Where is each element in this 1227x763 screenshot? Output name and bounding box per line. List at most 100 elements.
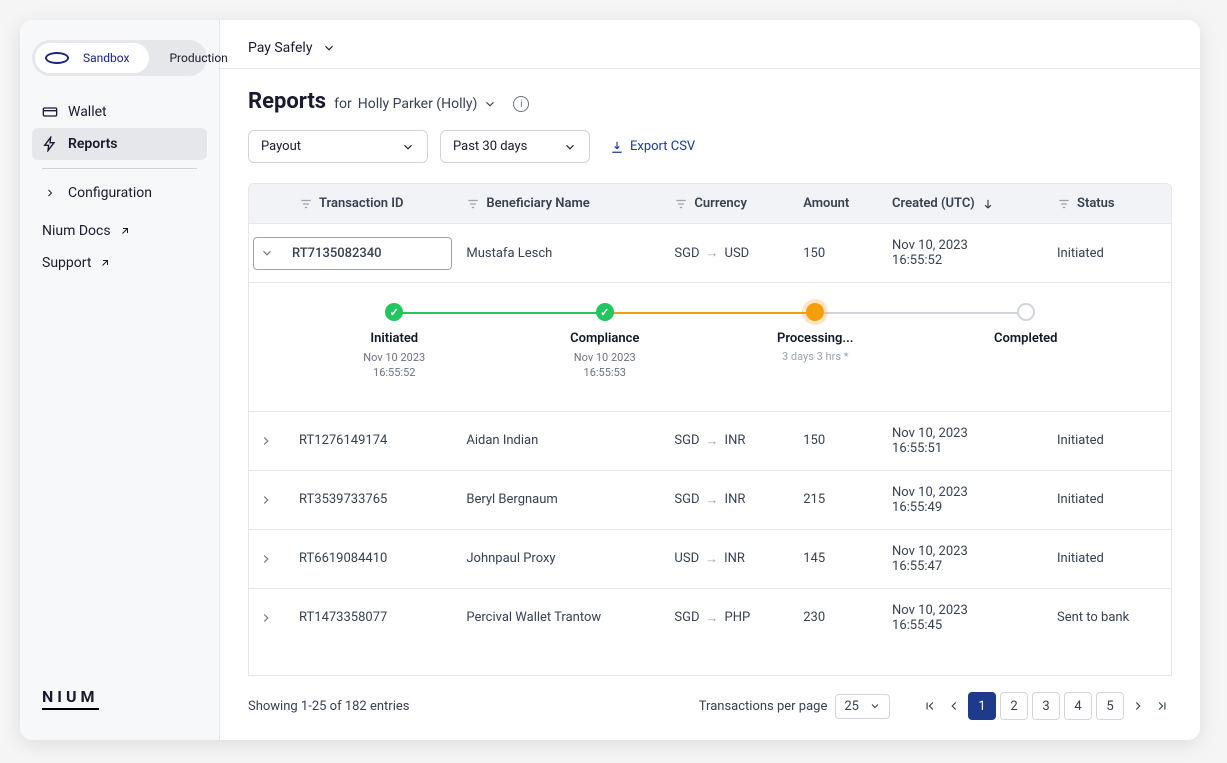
check-icon: [385, 303, 403, 321]
page-button-2[interactable]: 2: [1000, 692, 1028, 720]
created-date: Nov 10, 202316:55:49: [882, 470, 1047, 529]
arrow-right-icon: →: [705, 551, 718, 567]
expand-row-button[interactable]: [249, 470, 289, 529]
table-row[interactable]: RT1473358077 Percival Wallet Trantow SGD…: [249, 588, 1171, 647]
page-button-3[interactable]: 3: [1032, 692, 1060, 720]
created-date: Nov 10, 202316:55:51: [882, 411, 1047, 470]
per-page-label: Transactions per page: [699, 699, 828, 714]
currency-pair: SGD→INR: [674, 433, 783, 449]
divider: [42, 168, 197, 169]
amount: 145: [793, 529, 882, 588]
transaction-id: RT1276149174: [289, 411, 456, 470]
chevron-down-icon[interactable]: [322, 41, 336, 55]
beneficiary-name: Beryl Bergnaum: [456, 470, 664, 529]
table-row[interactable]: RT3539733765 Beryl Bergnaum SGD→INR 215 …: [249, 470, 1171, 529]
column-amount[interactable]: Amount: [793, 184, 882, 224]
arrow-right-icon: →: [706, 245, 719, 261]
select-value: Payout: [261, 139, 301, 154]
created-date: Nov 10, 202316:55:47: [882, 529, 1047, 588]
chevron-down-icon[interactable]: [483, 97, 497, 111]
sidebar-item-wallet[interactable]: Wallet: [32, 96, 207, 128]
page-next[interactable]: [1128, 692, 1148, 720]
transaction-id: RT1473358077: [289, 588, 456, 647]
created-date: Nov 10, 202316:55:45: [882, 588, 1047, 647]
expand-row-button[interactable]: [249, 588, 289, 647]
column-created[interactable]: Created (UTC): [882, 184, 1047, 224]
check-icon: [596, 303, 614, 321]
currency-pair: SGD→USD: [674, 245, 783, 261]
column-beneficiary[interactable]: Beneficiary Name: [456, 184, 664, 224]
beneficiary-name: Percival Wallet Trantow: [456, 588, 664, 647]
sidebar-item-label: Reports: [68, 136, 118, 152]
export-label: Export CSV: [630, 139, 695, 154]
env-sandbox[interactable]: Sandbox: [35, 43, 149, 73]
page-last[interactable]: [1152, 692, 1172, 720]
filter-range-select[interactable]: Past 30 days: [440, 130, 590, 163]
expand-row-button[interactable]: [249, 529, 289, 588]
timeline-step-completed: Completed: [921, 303, 1132, 381]
page-button-5[interactable]: 5: [1096, 692, 1124, 720]
chevron-down-icon: [869, 700, 881, 712]
lightning-icon: [42, 136, 58, 152]
sidebar-item-support[interactable]: Support: [32, 247, 207, 279]
filter-icon: [1057, 197, 1071, 211]
currency-pair: SGD→PHP: [674, 610, 783, 626]
breadcrumb-brand[interactable]: Pay Safely: [248, 40, 312, 56]
table-row[interactable]: RT1276149174 Aidan Indian SGD→INR 150 No…: [249, 411, 1171, 470]
page-button-4[interactable]: 4: [1064, 692, 1092, 720]
filter-type-select[interactable]: Payout: [248, 130, 428, 163]
radio-icon: [45, 52, 69, 64]
processing-dot-icon: [806, 303, 824, 321]
currency-pair: USD→INR: [674, 551, 783, 567]
amount: 230: [793, 588, 882, 647]
timeline-row: Initiated Nov 10 202316:55:52 Compliance…: [249, 283, 1171, 412]
beneficiary-name: Mustafa Lesch: [456, 224, 664, 283]
entity-selector[interactable]: Holly Parker (Holly): [358, 96, 478, 112]
transaction-id: RT3539733765: [289, 470, 456, 529]
timeline-step-processing: Processing... 3 days 3 hrs *: [710, 303, 921, 381]
expand-row-button[interactable]: [249, 411, 289, 470]
sidebar-item-docs[interactable]: Nium Docs: [32, 215, 207, 247]
sidebar-item-label: Nium Docs: [42, 223, 111, 239]
chevron-down-icon[interactable]: [260, 246, 284, 260]
per-page-select[interactable]: 25: [835, 694, 890, 719]
beneficiary-name: Johnpaul Proxy: [456, 529, 664, 588]
page-button-1[interactable]: 1: [968, 692, 996, 720]
sidebar-item-label: Wallet: [68, 104, 107, 120]
column-currency[interactable]: Currency: [664, 184, 793, 224]
chevron-down-icon: [563, 140, 577, 154]
created-date: Nov 10, 202316:55:52: [882, 224, 1047, 283]
page-prev[interactable]: [944, 692, 964, 720]
for-label: for: [334, 96, 352, 112]
env-toggle[interactable]: Sandbox Production: [32, 40, 207, 76]
select-value: Past 30 days: [453, 139, 527, 154]
logo: NIUM: [42, 687, 99, 710]
wallet-icon: [42, 104, 58, 120]
export-csv-button[interactable]: Export CSV: [610, 139, 695, 154]
filter-icon: [674, 197, 688, 211]
status: Initiated: [1047, 411, 1171, 470]
env-sandbox-label: Sandbox: [73, 47, 139, 69]
arrow-right-icon: →: [706, 492, 719, 508]
status: Sent to bank: [1047, 588, 1171, 647]
status: Initiated: [1047, 470, 1171, 529]
sidebar-item-reports[interactable]: Reports: [32, 128, 207, 160]
status: Initiated: [1047, 224, 1171, 283]
table-row[interactable]: RT6619084410 Johnpaul Proxy USD→INR 145 …: [249, 529, 1171, 588]
column-status[interactable]: Status: [1047, 184, 1171, 224]
sidebar-item-label: Configuration: [68, 185, 152, 201]
currency-pair: SGD→INR: [674, 492, 783, 508]
arrow-right-icon: →: [706, 610, 719, 626]
sidebar-item-label: Support: [42, 255, 91, 271]
amount: 150: [793, 411, 882, 470]
column-transaction-id[interactable]: Transaction ID: [289, 184, 456, 224]
filter-icon: [466, 197, 480, 211]
transaction-id: RT6619084410: [289, 529, 456, 588]
external-link-icon: [97, 255, 113, 271]
table-row[interactable]: RT7135082340 Mustafa Lesch SGD→USD 150 N…: [249, 224, 1171, 283]
page-first[interactable]: [920, 692, 940, 720]
amount: 215: [793, 470, 882, 529]
info-icon[interactable]: i: [513, 96, 529, 112]
timeline-step-compliance: Compliance Nov 10 202316:55:53: [500, 303, 711, 381]
sidebar-item-configuration[interactable]: Configuration: [32, 177, 207, 209]
